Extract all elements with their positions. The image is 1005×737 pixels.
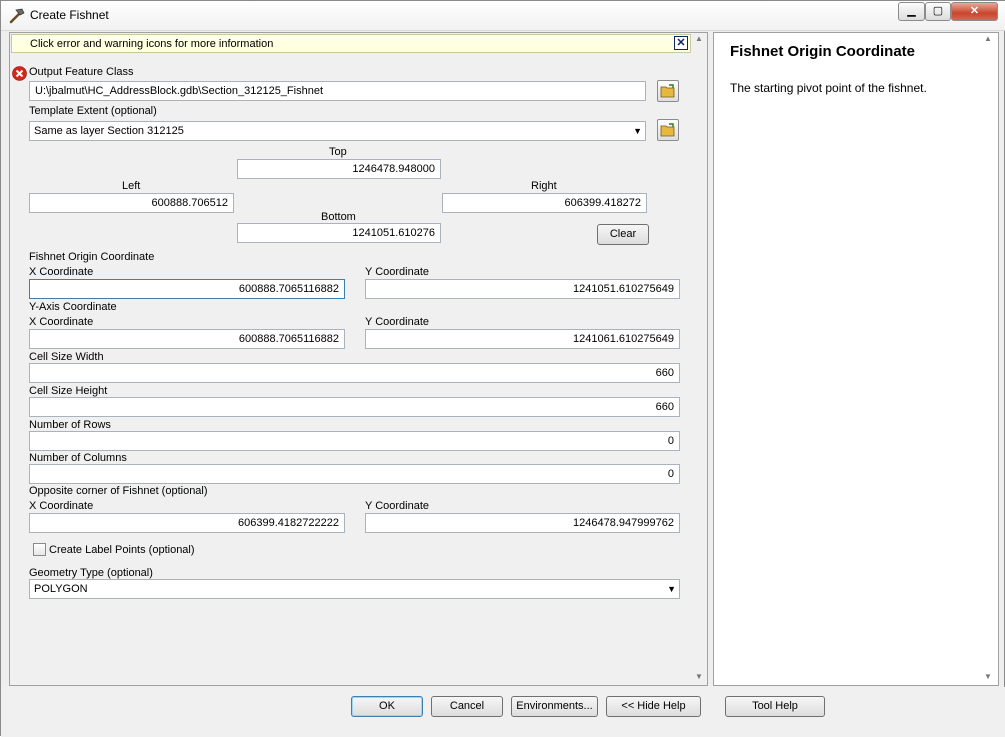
top-label: Top bbox=[329, 146, 347, 158]
opposite-label: Opposite corner of Fishnet (optional) bbox=[29, 485, 208, 497]
left-field[interactable]: 600888.706512 bbox=[29, 193, 234, 213]
scroll-up-icon[interactable]: ▲ bbox=[695, 34, 703, 43]
folder-icon bbox=[660, 123, 675, 137]
cell-width-field[interactable]: 660 bbox=[29, 363, 680, 383]
tool-help-button[interactable]: Tool Help bbox=[725, 696, 825, 717]
chevron-down-icon: ▼ bbox=[667, 584, 676, 594]
clear-button[interactable]: Clear bbox=[597, 224, 649, 245]
opposite-x-label: X Coordinate bbox=[29, 500, 94, 512]
label-points-label: Create Label Points (optional) bbox=[49, 544, 195, 556]
scroll-up-icon[interactable]: ▲ bbox=[984, 34, 992, 43]
minimize-icon: ▁ bbox=[907, 5, 916, 17]
bottom-label: Bottom bbox=[321, 211, 356, 223]
error-icon[interactable] bbox=[12, 66, 27, 81]
left-label: Left bbox=[122, 180, 141, 192]
output-field[interactable]: U:\jbalmut\HC_AddressBlock.gdb\Section_3… bbox=[29, 81, 646, 101]
info-text: Click error and warning icons for more i… bbox=[30, 38, 274, 50]
opposite-y-field[interactable]: 1246478.947999762 bbox=[365, 513, 680, 533]
chevron-down-icon: ▼ bbox=[633, 126, 642, 136]
help-body: The starting pivot point of the fishnet. bbox=[730, 81, 927, 95]
scroll-down-icon[interactable]: ▼ bbox=[695, 672, 703, 681]
columns-field[interactable]: 0 bbox=[29, 464, 680, 484]
help-pane: Fishnet Origin Coordinate The starting p… bbox=[713, 32, 999, 686]
rows-label: Number of Rows bbox=[29, 419, 111, 431]
title-bar: Create Fishnet ▁ ▢ ✕ bbox=[1, 1, 1005, 31]
close-icon: ✕ bbox=[969, 5, 980, 17]
origin-y-label: Y Coordinate bbox=[365, 266, 430, 278]
label-points-checkbox[interactable] bbox=[33, 543, 46, 556]
origin-label: Fishnet Origin Coordinate bbox=[29, 251, 155, 263]
button-bar: OK Cancel Environments... << Hide Help T… bbox=[1, 687, 1005, 737]
yaxis-x-label: X Coordinate bbox=[29, 316, 94, 328]
opposite-x-field[interactable]: 606399.4182722222 bbox=[29, 513, 345, 533]
opposite-y-label: Y Coordinate bbox=[365, 500, 430, 512]
origin-y-field[interactable]: 1241051.610275649 bbox=[365, 279, 680, 299]
bottom-field[interactable]: 1241051.610276 bbox=[237, 223, 441, 243]
info-close-icon[interactable]: ✕ bbox=[674, 36, 688, 50]
rows-field[interactable]: 0 bbox=[29, 431, 680, 451]
origin-x-field[interactable]: 600888.7065116882 bbox=[29, 279, 345, 299]
close-button[interactable]: ✕ bbox=[951, 2, 998, 21]
maximize-button[interactable]: ▢ bbox=[925, 2, 951, 21]
origin-x-label: X Coordinate bbox=[29, 266, 94, 278]
yaxis-label: Y-Axis Coordinate bbox=[29, 301, 117, 313]
cell-height-label: Cell Size Height bbox=[29, 385, 108, 397]
cell-width-label: Cell Size Width bbox=[29, 351, 104, 363]
right-field[interactable]: 606399.418272 bbox=[442, 193, 647, 213]
parameters-scrollbar[interactable]: ▲ ▼ bbox=[692, 34, 707, 685]
template-extent-select[interactable]: Same as layer Section 312125 ▼ bbox=[29, 121, 646, 141]
output-label: Output Feature Class bbox=[29, 66, 134, 78]
info-bar: Click error and warning icons for more i… bbox=[11, 34, 691, 53]
scroll-down-icon[interactable]: ▼ bbox=[984, 672, 992, 681]
template-label: Template Extent (optional) bbox=[29, 105, 157, 117]
ok-button[interactable]: OK bbox=[351, 696, 423, 717]
geometry-label: Geometry Type (optional) bbox=[29, 567, 153, 579]
template-browse-button[interactable] bbox=[657, 119, 679, 141]
hide-help-button[interactable]: << Hide Help bbox=[606, 696, 701, 717]
right-label: Right bbox=[531, 180, 557, 192]
cancel-button[interactable]: Cancel bbox=[431, 696, 503, 717]
yaxis-y-field[interactable]: 1241061.610275649 bbox=[365, 329, 680, 349]
create-fishnet-dialog: Create Fishnet ▁ ▢ ✕ Click error and war… bbox=[0, 0, 1005, 737]
geometry-type-value: POLYGON bbox=[34, 583, 88, 595]
help-title: Fishnet Origin Coordinate bbox=[730, 43, 916, 60]
cell-height-field[interactable]: 660 bbox=[29, 397, 680, 417]
maximize-icon: ▢ bbox=[932, 5, 944, 17]
top-field[interactable]: 1246478.948000 bbox=[237, 159, 441, 179]
minimize-button[interactable]: ▁ bbox=[898, 2, 925, 21]
geometry-type-select[interactable]: POLYGON ▼ bbox=[29, 579, 680, 599]
help-scrollbar[interactable]: ▲ ▼ bbox=[981, 34, 996, 685]
environments-button[interactable]: Environments... bbox=[511, 696, 598, 717]
yaxis-y-label: Y Coordinate bbox=[365, 316, 430, 328]
template-extent-value: Same as layer Section 312125 bbox=[34, 125, 184, 137]
hammer-icon bbox=[9, 8, 25, 24]
folder-icon bbox=[660, 84, 675, 98]
columns-label: Number of Columns bbox=[29, 452, 127, 464]
yaxis-x-field[interactable]: 600888.7065116882 bbox=[29, 329, 345, 349]
output-browse-button[interactable] bbox=[657, 80, 679, 102]
window-title: Create Fishnet bbox=[30, 8, 109, 22]
